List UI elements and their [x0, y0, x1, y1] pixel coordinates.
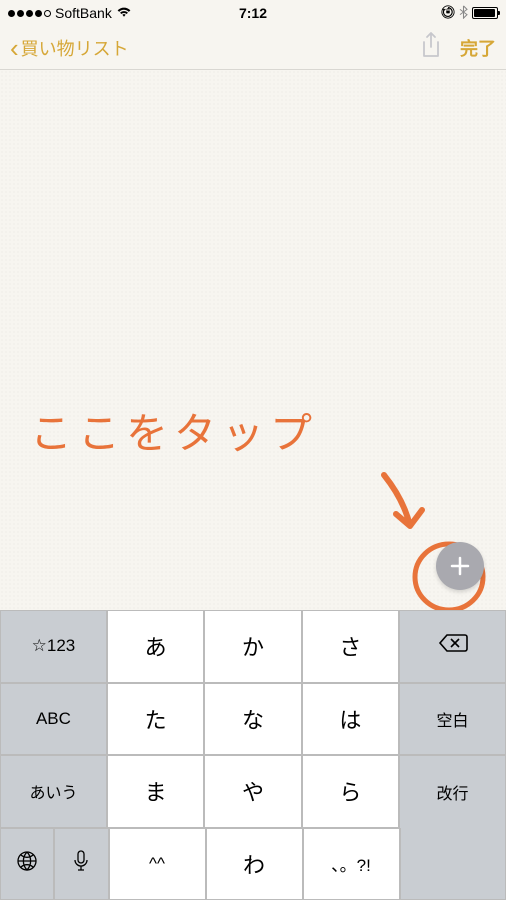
key-numeric-mode[interactable]: ☆123: [0, 610, 107, 683]
chevron-left-icon: ‹: [10, 35, 19, 61]
key-ha[interactable]: は: [302, 683, 399, 756]
globe-icon: [15, 849, 39, 879]
add-attachment-button[interactable]: [436, 542, 484, 590]
keyboard: ☆123 あ か さ ABC た な は 空白 あいう ま や ら 改行: [0, 610, 506, 900]
key-globe[interactable]: [0, 828, 54, 900]
key-a[interactable]: あ: [107, 610, 204, 683]
status-bar: SoftBank 7:12: [0, 0, 506, 26]
navigation-bar: ‹ 買い物リスト 完了: [0, 26, 506, 70]
back-button[interactable]: ‹ 買い物リスト: [10, 35, 129, 61]
key-ta[interactable]: た: [107, 683, 204, 756]
back-label: 買い物リスト: [21, 35, 129, 61]
note-content-area[interactable]: ここをタップ: [0, 70, 506, 610]
key-backspace[interactable]: [399, 610, 506, 683]
key-ma[interactable]: ま: [107, 755, 204, 828]
share-button[interactable]: [420, 31, 442, 64]
status-time: 7:12: [239, 5, 267, 21]
key-na[interactable]: な: [204, 683, 301, 756]
status-right: [441, 5, 498, 22]
key-abc-mode[interactable]: ABC: [0, 683, 107, 756]
key-wa[interactable]: わ: [206, 828, 303, 900]
annotation-text: ここをタップ: [30, 400, 318, 461]
bluetooth-icon: [459, 5, 468, 22]
key-return-bottom[interactable]: [400, 828, 506, 900]
key-mic[interactable]: [54, 828, 108, 900]
key-emoticon[interactable]: ^^: [109, 828, 206, 900]
key-space[interactable]: 空白: [399, 683, 506, 756]
orientation-lock-icon: [441, 5, 455, 22]
key-return[interactable]: 改行: [399, 755, 506, 828]
key-ka[interactable]: か: [204, 610, 301, 683]
signal-strength-icon: [8, 10, 51, 17]
carrier-label: SoftBank: [55, 5, 112, 21]
key-punctuation[interactable]: 、。?!: [303, 828, 400, 900]
mic-icon: [72, 849, 90, 879]
key-ra[interactable]: ら: [302, 755, 399, 828]
done-button[interactable]: 完了: [460, 35, 496, 61]
battery-icon: [472, 7, 498, 19]
status-left: SoftBank: [8, 5, 132, 21]
wifi-icon: [116, 5, 132, 21]
key-ya[interactable]: や: [204, 755, 301, 828]
key-sa[interactable]: さ: [302, 610, 399, 683]
backspace-icon: [438, 632, 468, 660]
key-kana-mode[interactable]: あいう: [0, 755, 107, 828]
